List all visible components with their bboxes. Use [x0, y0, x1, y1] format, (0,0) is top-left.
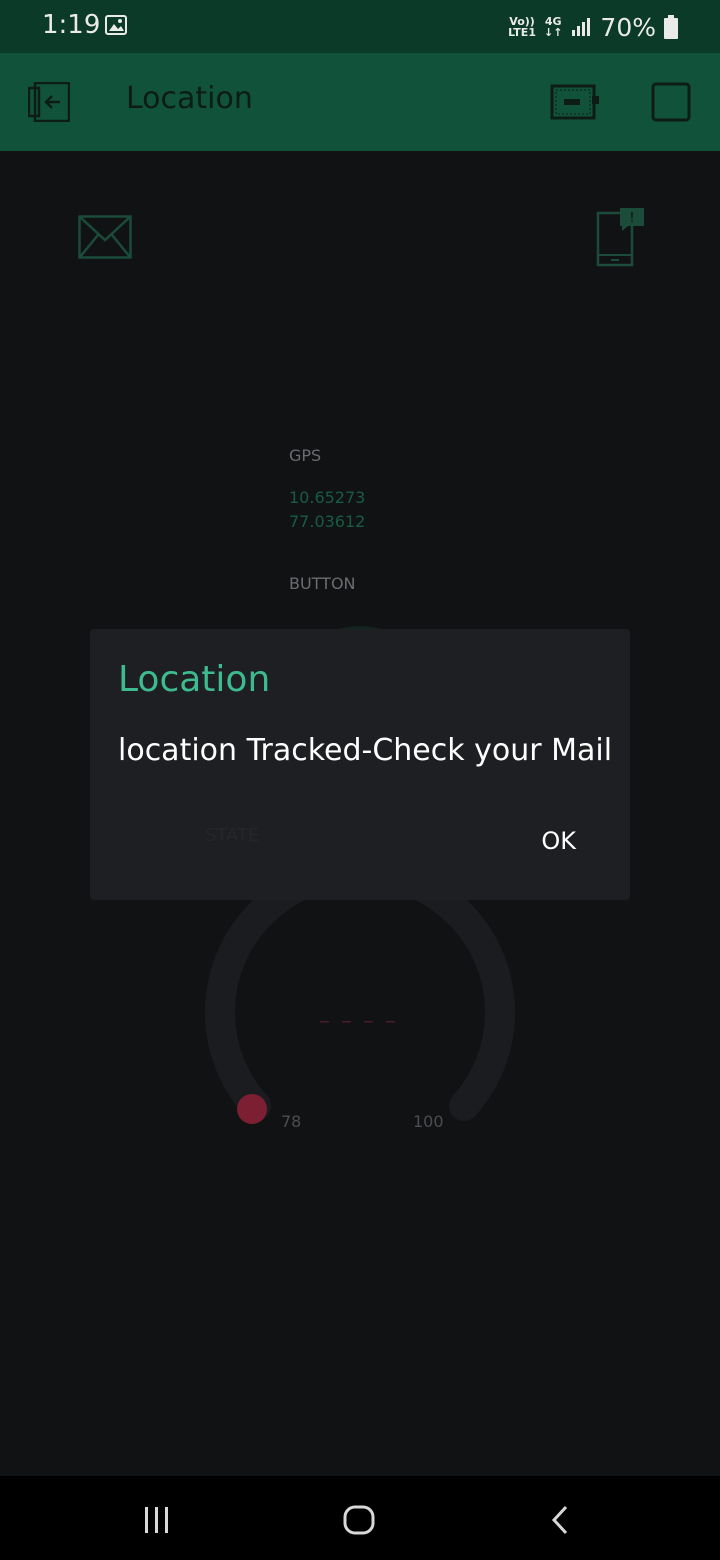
page-title: Location — [126, 81, 253, 116]
recent-apps-icon[interactable] — [142, 1506, 172, 1534]
alert-dialog: STATE Location location Tracked-Check yo… — [90, 629, 630, 900]
signal-strength-icon — [572, 18, 591, 36]
gps-latitude: 10.65273 — [289, 488, 366, 507]
ok-button[interactable]: OK — [541, 827, 576, 855]
back-icon[interactable] — [548, 1504, 572, 1536]
gauge-value: – – – – — [319, 1009, 398, 1034]
exit-project-icon[interactable] — [28, 82, 70, 122]
network-type-indicator: 4G ↓↑ — [543, 15, 563, 39]
app-bar: Location — [0, 53, 720, 151]
device-icon[interactable] — [550, 84, 600, 120]
gauge-min: 78 — [281, 1112, 302, 1131]
system-nav-bar — [0, 1476, 720, 1560]
notification-widget-icon[interactable]: ! — [596, 207, 646, 267]
gps-label: GPS — [289, 446, 322, 465]
volte-indicator: Vo)) LTE1 — [508, 15, 536, 39]
status-bar: 1:19 Vo)) LTE1 4G ↓↑ 70% — [0, 0, 720, 53]
battery-icon — [664, 15, 678, 39]
dialog-title: Location — [118, 659, 271, 700]
gauge-max: 100 — [413, 1112, 444, 1131]
gps-longitude: 77.03612 — [289, 512, 366, 531]
home-icon[interactable] — [342, 1504, 376, 1536]
battery-percent: 70% — [600, 12, 656, 42]
svg-text:!: ! — [629, 211, 634, 226]
image-notification-icon — [105, 15, 127, 35]
gauge-indicator — [237, 1094, 267, 1124]
dialog-message: location Tracked-Check your Mail — [118, 733, 613, 768]
stop-button-icon[interactable] — [651, 82, 691, 122]
status-time: 1:19 — [42, 10, 101, 40]
button-label: BUTTON — [289, 574, 356, 593]
state-label: STATE — [205, 825, 260, 846]
email-widget-icon[interactable] — [78, 215, 132, 259]
